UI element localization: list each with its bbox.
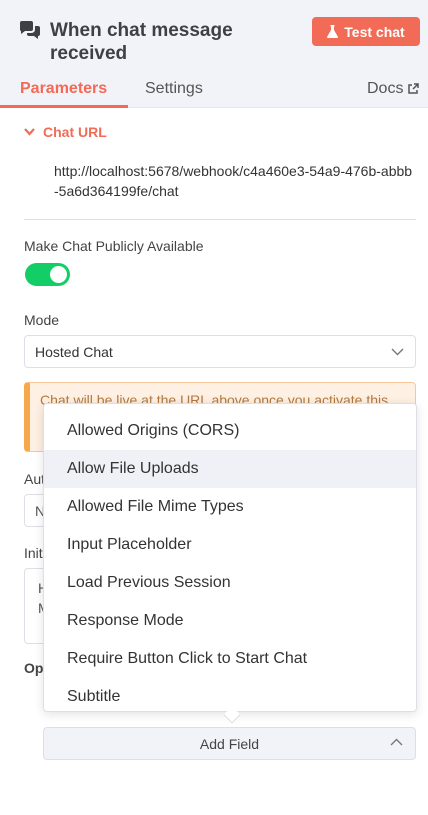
add-field-dropdown: Allowed Origins (CORS) Allow File Upload… — [43, 403, 417, 712]
toggle-knob — [50, 266, 67, 283]
mode-value: Hosted Chat — [35, 344, 113, 360]
option-require-button-click[interactable]: Require Button Click to Start Chat — [44, 640, 416, 678]
option-allowed-file-mime-types[interactable]: Allowed File Mime Types — [44, 488, 416, 526]
public-label: Make Chat Publicly Available — [24, 238, 204, 254]
add-field-label: Add Field — [199, 735, 260, 752]
external-link-icon — [408, 83, 420, 94]
chat-url-label: Chat URL — [43, 124, 107, 140]
docs-label: Docs — [367, 80, 404, 97]
docs-link[interactable]: Docs — [367, 80, 420, 98]
flask-icon — [327, 25, 339, 38]
public-toggle[interactable] — [25, 263, 70, 286]
authentication-label: Aut — [24, 471, 46, 487]
chevron-down-icon — [24, 128, 35, 136]
tab-parameters[interactable]: Parameters — [20, 80, 107, 98]
option-allowed-origins[interactable]: Allowed Origins (CORS) — [44, 412, 416, 450]
option-response-mode[interactable]: Response Mode — [44, 602, 416, 640]
mode-label: Mode — [24, 312, 60, 328]
divider — [24, 219, 416, 220]
chat-url-toggle[interactable]: Chat URL — [24, 124, 107, 140]
test-chat-label: Test chat — [344, 23, 405, 40]
options-label: Op — [24, 660, 44, 676]
add-field-button[interactable]: Add Field — [43, 727, 416, 760]
active-tab-indicator — [0, 105, 128, 108]
mode-select[interactable]: Hosted Chat — [24, 335, 416, 368]
node-header: When chat message received Test chat Par… — [0, 0, 428, 108]
option-input-placeholder[interactable]: Input Placeholder — [44, 526, 416, 564]
option-load-previous-session[interactable]: Load Previous Session — [44, 564, 416, 602]
option-allow-file-uploads[interactable]: Allow File Uploads — [44, 450, 416, 488]
chat-url-value[interactable]: http://localhost:5678/webhook/c4a460e3-5… — [54, 161, 414, 201]
test-chat-button[interactable]: Test chat — [312, 17, 420, 46]
chevron-down-icon — [391, 348, 404, 356]
tab-settings[interactable]: Settings — [145, 80, 203, 98]
chevron-up-icon — [390, 738, 403, 746]
chat-bubbles-icon — [20, 21, 40, 39]
node-title: When chat message received — [50, 20, 233, 64]
